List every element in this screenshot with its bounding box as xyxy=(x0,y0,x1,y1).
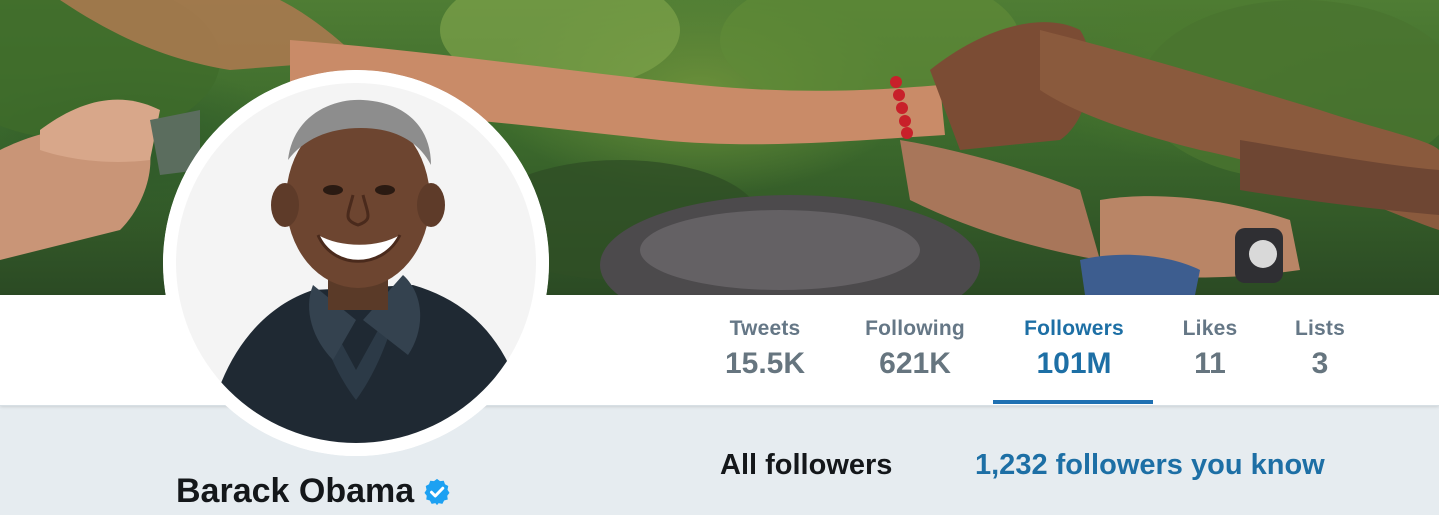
tab-all-followers[interactable]: All followers xyxy=(720,449,892,482)
tab-followers-you-know[interactable]: 1,232 followers you know xyxy=(975,449,1325,482)
stat-likes-value: 11 xyxy=(1194,347,1226,380)
stat-followers-value: 101M xyxy=(1036,347,1112,380)
profile-name[interactable]: Barack Obama xyxy=(176,472,414,511)
stat-likes[interactable]: Likes 11 xyxy=(1177,317,1243,381)
stat-lists-label: Lists xyxy=(1294,317,1345,340)
stat-likes-label: Likes xyxy=(1182,317,1238,340)
verified-badge-icon xyxy=(424,478,450,505)
stat-following[interactable]: Following 621K xyxy=(858,317,972,381)
stat-lists[interactable]: Lists 3 xyxy=(1290,317,1350,381)
stat-lists-value: 3 xyxy=(1311,347,1329,380)
active-tab-underline xyxy=(993,400,1153,404)
profile-name-row: Barack Obama xyxy=(176,472,452,511)
stat-following-label: Following xyxy=(865,317,965,340)
stat-followers-label: Followers xyxy=(1024,317,1124,340)
profile-page: Tweets 15.5K Following 621K Followers 10… xyxy=(0,0,1439,515)
stat-followers[interactable]: Followers 101M xyxy=(1016,317,1132,381)
stat-tweets-value: 15.5K xyxy=(724,347,806,380)
avatar-portrait xyxy=(163,70,549,456)
stat-following-value: 621K xyxy=(879,347,951,380)
stat-tweets-label: Tweets xyxy=(729,317,801,340)
profile-avatar[interactable] xyxy=(163,70,549,456)
stat-tweets[interactable]: Tweets 15.5K xyxy=(722,317,808,381)
